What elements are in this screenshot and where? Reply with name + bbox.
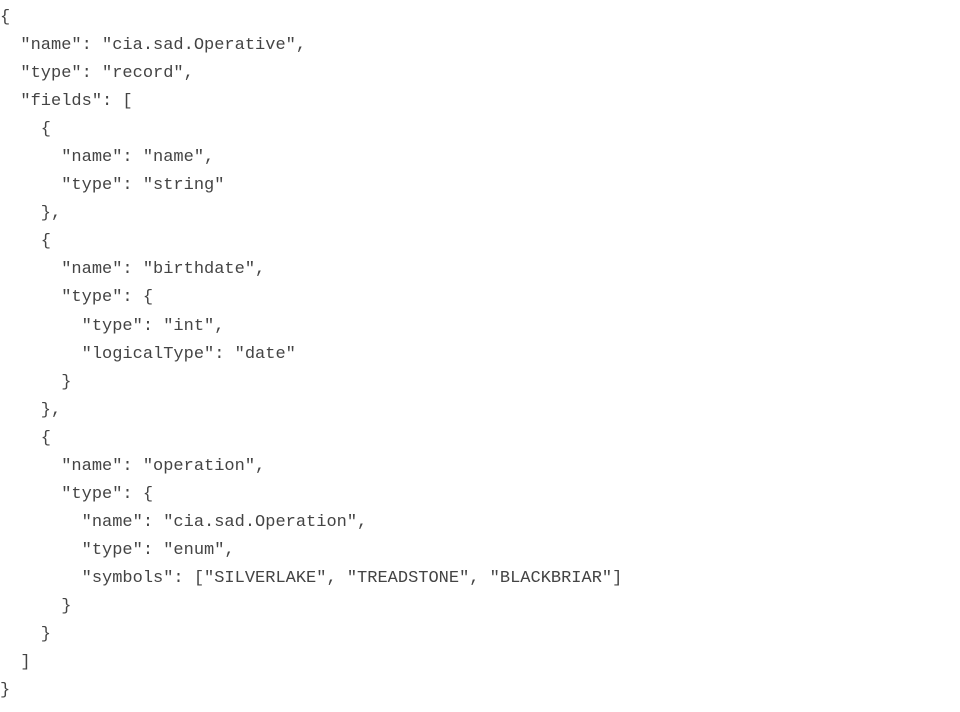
code-block: { "name": "cia.sad.Operative", "type": "… (0, 0, 960, 705)
